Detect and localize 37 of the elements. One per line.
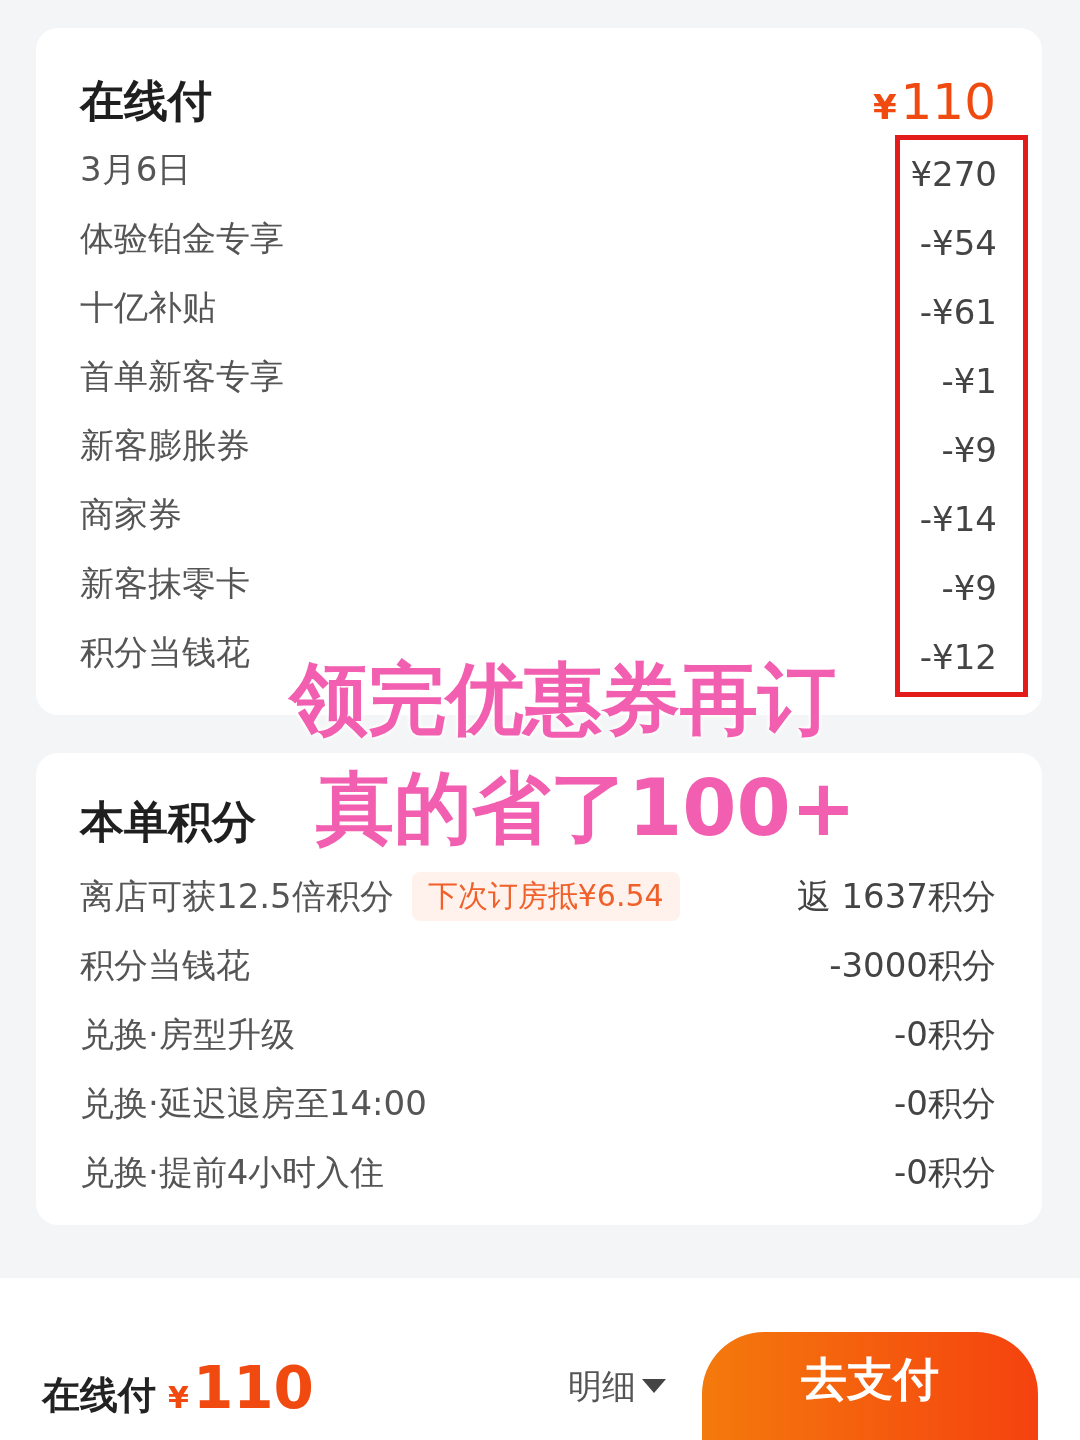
price-item-amount: -¥61 — [919, 291, 997, 334]
bottom-amount: 110 — [192, 1354, 314, 1422]
card-title: 在线付 — [80, 74, 212, 128]
price-item-amount: -¥1 — [941, 360, 997, 403]
points-item-label: 离店可获12.5倍积分 — [80, 875, 394, 918]
points-item-value: -0积分 — [894, 1082, 996, 1125]
price-item-amount: ¥270 — [910, 153, 997, 196]
price-item-label: 3月6日 — [80, 148, 193, 191]
caption-text: 真的省了100+ — [316, 762, 857, 855]
price-item-label: 十亿补贴 — [80, 286, 217, 329]
points-item-label: 兑换·提前4小时入住 — [80, 1151, 385, 1194]
price-item-label: 新客膨胀券 — [80, 424, 251, 467]
price-item-label: 商家券 — [80, 493, 183, 536]
caption-text: 领完优惠券再订 — [290, 653, 837, 746]
points-item-value: -0积分 — [894, 1013, 996, 1056]
price-item-label: 体验铂金专享 — [80, 217, 285, 260]
points-item-value: -0积分 — [894, 1151, 996, 1194]
details-button[interactable]: 明细 — [568, 1364, 666, 1410]
bottom-label: 在线付 — [42, 1372, 156, 1419]
points-item-value: 返 1637积分 — [796, 875, 996, 918]
price-item-amount: -¥14 — [919, 498, 997, 541]
points-item-label: 兑换·延迟退房至14:00 — [80, 1082, 427, 1125]
price-item-label: 首单新客专享 — [80, 355, 285, 398]
points-item-label: 兑换·房型升级 — [80, 1013, 295, 1056]
price-item-amount: -¥12 — [919, 636, 997, 679]
currency-symbol: ¥ — [168, 1380, 189, 1415]
price-item-amount: -¥54 — [919, 222, 997, 265]
card-title: 本单积分 — [80, 795, 256, 849]
discount-tag: 下次订房抵¥6.54 — [411, 872, 680, 921]
price-item-label: 新客抹零卡 — [80, 562, 251, 605]
caret-down-icon — [642, 1379, 666, 1395]
points-item-value: -3000积分 — [829, 944, 996, 987]
points-item-label: 积分当钱花 — [80, 944, 250, 987]
price-item-amount: -¥9 — [941, 567, 997, 610]
total-amount: ¥110 — [872, 73, 996, 131]
price-item-amount: -¥9 — [941, 429, 997, 472]
price-item-label: 积分当钱花 — [80, 631, 251, 674]
